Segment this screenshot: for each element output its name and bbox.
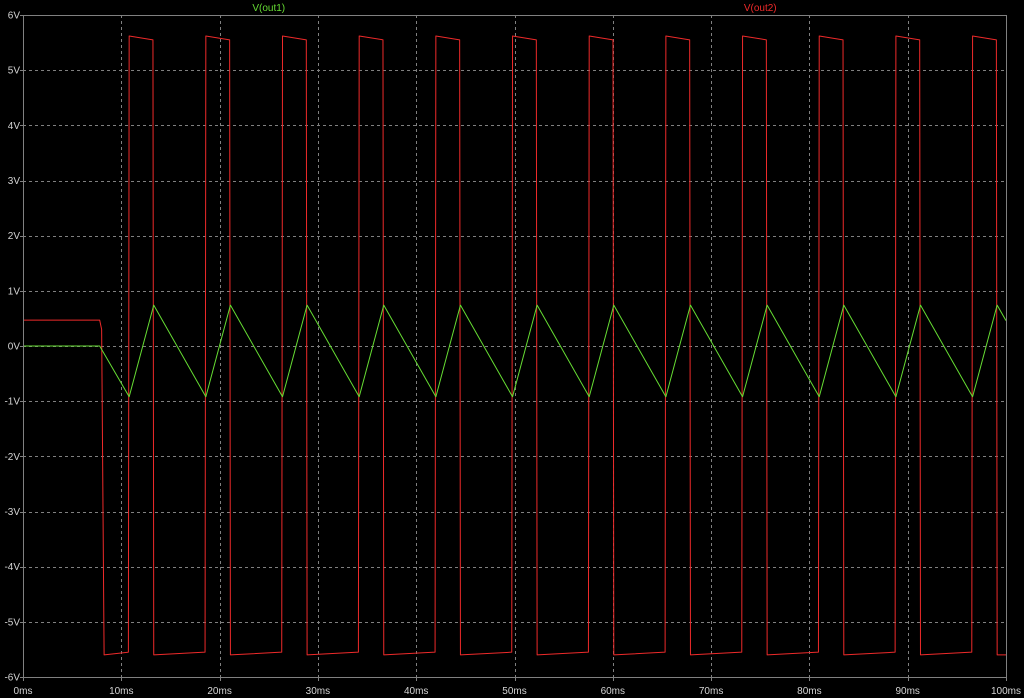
y-tick-label: -6V [4,673,20,684]
y-tick-label: -5V [4,617,20,628]
y-tick-label: 1V [8,286,21,297]
y-tick-label: 3V [8,176,21,187]
y-tick-label: -4V [4,562,20,573]
y-tick-label: -1V [4,397,20,408]
x-tick-label: 60ms [601,686,625,697]
x-tick-label: 70ms [699,686,723,697]
x-tick-label: 30ms [306,686,330,697]
y-tick-label: 5V [8,66,21,77]
y-tick-label: 4V [8,121,21,132]
x-tick-label: 10ms [109,686,133,697]
x-tick-label: 50ms [502,686,526,697]
x-tick-label: 0ms [14,686,33,697]
legend-label-v-out2[interactable]: V(out2) [744,3,777,14]
x-tick-label: 100ms [991,686,1021,697]
legend-label-v-out1[interactable]: V(out1) [252,3,285,14]
x-tick-label: 90ms [895,686,919,697]
y-tick-label: -3V [4,507,20,518]
x-tick-label: 80ms [797,686,821,697]
y-tick-label: 6V [8,11,21,22]
y-tick-label: 0V [8,342,21,353]
x-tick-label: 20ms [207,686,231,697]
x-tick-label: 40ms [404,686,428,697]
waveform-plot: 6V 5V 4V 3V 2V 1V 0V -1V -2V -3V -4V -5V -6V 0ms 10ms… [0,0,1024,698]
y-tick-label: -2V [4,452,20,463]
y-tick-label: 2V [8,231,21,242]
